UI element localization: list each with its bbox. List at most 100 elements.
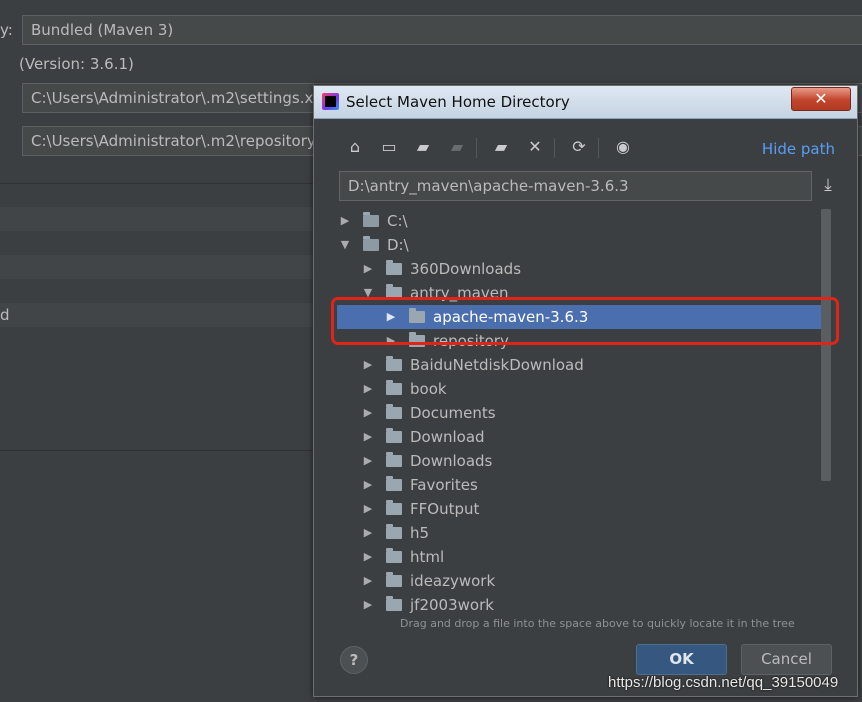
tree-item-label: jf2003work — [410, 596, 494, 613]
expand-arrow-icon[interactable]: ▶ — [362, 569, 374, 593]
folder-icon — [386, 524, 402, 539]
new-folder-icon[interactable]: ▰ — [490, 136, 512, 158]
drive-icon — [363, 236, 379, 251]
folder-icon — [409, 308, 425, 323]
select-maven-home-dialog: Select Maven Home Directory ✕ ⌂ ▭ ▰ ▰ ▰ … — [313, 85, 858, 697]
list-item[interactable] — [0, 231, 320, 255]
delete-icon[interactable]: ✕ — [524, 136, 546, 158]
tree-item[interactable]: ▶ 360Downloads — [337, 257, 821, 281]
divider — [0, 183, 320, 184]
tree-item-label: repository — [433, 332, 509, 350]
tree-item-label: FFOutput — [410, 500, 480, 518]
expand-arrow-icon[interactable]: ▶ — [362, 401, 374, 425]
folder-icon — [386, 452, 402, 467]
intellij-app-icon — [322, 93, 339, 110]
tree-item-label: D:\ — [387, 236, 409, 254]
tree-item-label: Documents — [410, 404, 496, 422]
tree-item[interactable]: ▶ Favorites — [337, 473, 821, 497]
expand-arrow-icon[interactable]: ▶ — [362, 593, 374, 613]
expand-arrow-icon[interactable]: ▶ — [362, 521, 374, 545]
tree-item[interactable]: ▼ D:\ — [337, 233, 821, 257]
project-folder-icon[interactable]: ▰ — [412, 136, 434, 158]
module-folder-icon[interactable]: ▰ — [446, 136, 468, 158]
list-item[interactable] — [0, 279, 320, 303]
toolbar-separator — [598, 138, 599, 158]
folder-icon — [386, 548, 402, 563]
show-hidden-icon[interactable]: ◉ — [612, 136, 634, 158]
tree-item-label: Download — [410, 428, 485, 446]
tree-item[interactable]: ▶ Download — [337, 425, 821, 449]
tree-item[interactable]: ▶ h5 — [337, 521, 821, 545]
help-button[interactable]: ? — [340, 646, 368, 674]
directory-tree[interactable]: ▶ C:\ ▼ D:\ ▶ 360Downloads ▼ antry_maven ▶ apache… — [337, 209, 835, 613]
folder-icon — [386, 500, 402, 515]
tree-item[interactable]: ▶ BaiduNetdiskDownload — [337, 353, 821, 377]
collapse-arrow-icon[interactable]: ▼ — [362, 281, 374, 305]
toolbar-separator — [476, 138, 477, 158]
list-item[interactable] — [0, 255, 320, 279]
expand-arrow-icon[interactable]: ▶ — [362, 497, 374, 521]
expand-arrow-icon[interactable]: ▶ — [339, 209, 351, 233]
tree-item-label: apache-maven-3.6.3 — [433, 308, 589, 326]
tree-item[interactable]: ▶ Documents — [337, 401, 821, 425]
folder-icon — [386, 404, 402, 419]
expand-arrow-icon[interactable]: ▶ — [362, 545, 374, 569]
tree-item-label: html — [410, 548, 445, 566]
truncated-text: d — [0, 306, 10, 324]
list-item[interactable] — [0, 303, 320, 327]
expand-arrow-icon[interactable]: ▶ — [362, 449, 374, 473]
folder-icon — [409, 332, 425, 347]
tree-item-label: Favorites — [410, 476, 478, 494]
tree-item-label: C:\ — [387, 212, 408, 230]
maven-home-select[interactable]: Bundled (Maven 3) — [22, 15, 862, 45]
expand-arrow-icon[interactable]: ▶ — [385, 305, 397, 329]
tree-item[interactable]: ▶ apache-maven-3.6.3 — [337, 305, 821, 329]
dialog-title: Select Maven Home Directory — [346, 93, 570, 111]
expand-arrow-icon[interactable]: ▶ — [385, 329, 397, 353]
tree-item-label: Downloads — [410, 452, 493, 470]
expand-arrow-icon[interactable]: ▶ — [362, 473, 374, 497]
tree-item[interactable]: ▶ repository — [337, 329, 821, 353]
folder-icon — [386, 596, 402, 611]
expand-arrow-icon[interactable]: ▶ — [362, 353, 374, 377]
tree-item-label: BaiduNetdiskDownload — [410, 356, 584, 374]
ok-button[interactable]: OK — [636, 644, 727, 675]
expand-arrow-icon[interactable]: ▶ — [362, 425, 374, 449]
home-icon[interactable]: ⌂ — [344, 136, 366, 158]
watermark: https://blog.csdn.net/qq_39150049 — [608, 674, 839, 691]
toolbar-separator — [554, 138, 555, 158]
collapse-arrow-icon[interactable]: ▼ — [339, 233, 351, 257]
tree-item[interactable]: ▶ jf2003work — [337, 593, 821, 613]
close-button[interactable]: ✕ — [791, 87, 851, 111]
tree-item[interactable]: ▶ FFOutput — [337, 497, 821, 521]
list-item[interactable] — [0, 207, 320, 231]
folder-icon — [386, 572, 402, 587]
folder-icon — [386, 356, 402, 371]
hide-path-link[interactable]: Hide path — [762, 140, 835, 158]
expand-arrow-icon[interactable]: ▶ — [362, 257, 374, 281]
folder-icon — [386, 476, 402, 491]
tree-item[interactable]: ▼ antry_maven — [337, 281, 821, 305]
tree-scrollbar[interactable] — [821, 209, 831, 481]
path-input[interactable]: D:\antry_maven\apache-maven-3.6.3 — [339, 171, 812, 201]
tree-item[interactable]: ▶ C:\ — [337, 209, 821, 233]
download-icon[interactable]: ⤓ — [817, 174, 839, 196]
tree-item[interactable]: ▶ book — [337, 377, 821, 401]
tree-item-label: h5 — [410, 524, 430, 542]
refresh-icon[interactable]: ⟳ — [568, 136, 590, 158]
tree-item[interactable]: ▶ Downloads — [337, 449, 821, 473]
tree-item[interactable]: ▶ html — [337, 545, 821, 569]
maven-version-text: (Version: 3.6.1) — [19, 55, 134, 73]
folder-icon — [386, 284, 402, 299]
cancel-button[interactable]: Cancel — [741, 644, 832, 675]
tree-item-label: antry_maven — [410, 284, 509, 302]
tree-item[interactable]: ▶ ideazywork — [337, 569, 821, 593]
folder-icon — [386, 380, 402, 395]
tree-item-label: ideazywork — [410, 572, 496, 590]
tree-item-label: book — [410, 380, 447, 398]
dialog-titlebar[interactable]: Select Maven Home Directory ✕ — [314, 86, 857, 119]
expand-arrow-icon[interactable]: ▶ — [362, 377, 374, 401]
folder-icon — [386, 260, 402, 275]
desktop-icon[interactable]: ▭ — [378, 136, 400, 158]
drag-drop-hint: Drag and drop a file into the space abov… — [400, 617, 795, 630]
